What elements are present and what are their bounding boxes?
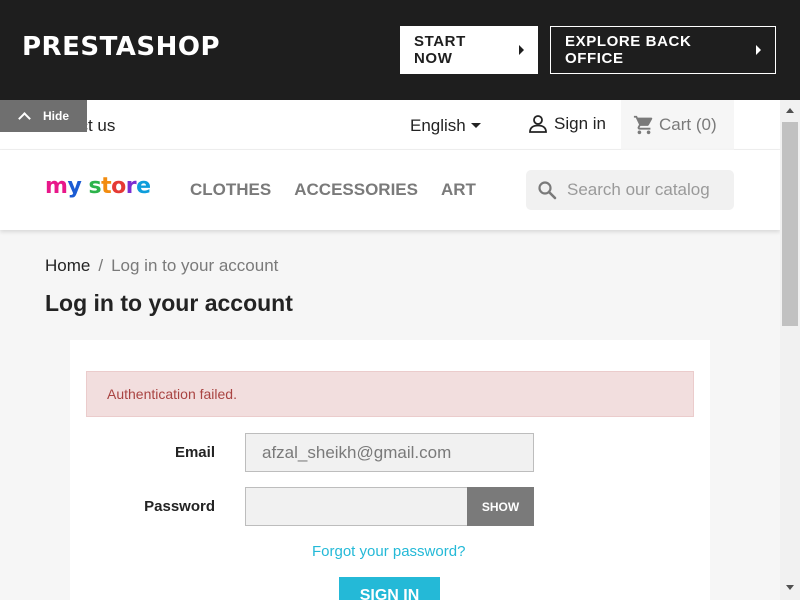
sign-in-label: Sign in [554, 114, 606, 133]
arrow-right-icon [756, 45, 761, 55]
language-label: English [410, 116, 466, 135]
menu-item-clothes[interactable]: CLOTHES [190, 180, 271, 200]
login-form-card: Authentication failed. Email afzal_sheik… [70, 340, 710, 600]
header-main: my store CLOTHES ACCESSORIES ART [0, 150, 780, 230]
logo-letter: e [136, 174, 151, 199]
cart-link[interactable]: Cart (0) [621, 100, 734, 150]
email-label: Email [174, 444, 215, 461]
email-field[interactable]: afzal_sheikh@gmail.com [245, 433, 534, 472]
cart-icon [633, 115, 653, 135]
logo-letter: t [101, 174, 112, 199]
arrow-right-icon [519, 45, 524, 55]
demo-top-bar: PRESTASHOP START NOW EXPLORE BACK OFFICE [0, 0, 800, 100]
hide-label: Hide [43, 109, 70, 123]
logo-letter: m [45, 174, 68, 199]
search-input[interactable] [567, 180, 727, 200]
start-now-button[interactable]: START NOW [400, 26, 538, 74]
logo-letter: s [88, 174, 102, 199]
logo-word-store: store [88, 174, 151, 199]
password-label: Password [144, 498, 215, 515]
sign-in-button[interactable]: SIGN IN [339, 577, 440, 600]
breadcrumb-current: Log in to your account [111, 256, 279, 275]
scroll-down-arrow-icon[interactable] [786, 585, 794, 590]
hide-demo-bar-button[interactable]: Hide [0, 100, 87, 132]
error-alert: Authentication failed. [86, 371, 694, 417]
prestashop-logo: PRESTASHOP [22, 32, 221, 62]
logo-letter: o [111, 174, 126, 199]
scrollbar-thumb[interactable] [782, 122, 798, 326]
caret-down-icon [470, 122, 481, 128]
logo-letter: r [125, 174, 137, 199]
explore-back-office-label: EXPLORE BACK OFFICE [565, 33, 692, 67]
forgot-password-link[interactable]: Forgot your password? [312, 543, 465, 560]
password-field[interactable] [245, 487, 468, 526]
page-title: Log in to your account [45, 290, 293, 316]
search-icon[interactable] [537, 180, 557, 200]
chevron-up-icon [18, 112, 31, 125]
menu-item-accessories[interactable]: ACCESSORIES [294, 180, 418, 200]
logo-word-my: my [45, 174, 82, 199]
show-password-button[interactable]: SHOW [467, 487, 534, 526]
start-now-label: START NOW [414, 33, 466, 67]
cart-label: Cart (0) [659, 115, 717, 134]
main-menu: CLOTHES ACCESSORIES ART [190, 180, 476, 200]
logo-letter: y [67, 174, 82, 199]
explore-back-office-button[interactable]: EXPLORE BACK OFFICE [550, 26, 776, 74]
language-selector[interactable]: English [410, 116, 481, 136]
header-nav: act us English Sign in Cart (0) [0, 100, 780, 150]
breadcrumb-separator: / [98, 256, 104, 275]
breadcrumb-home[interactable]: Home [45, 256, 90, 276]
breadcrumb: Home / Log in to your account [45, 256, 278, 276]
scroll-up-arrow-icon[interactable] [786, 108, 794, 113]
search-box [526, 170, 734, 210]
user-icon [529, 115, 547, 133]
menu-item-art[interactable]: ART [441, 180, 476, 200]
sign-in-link[interactable]: Sign in [528, 114, 606, 134]
page-scrollbar[interactable] [780, 100, 800, 600]
my-store-logo[interactable]: my store [45, 174, 151, 199]
